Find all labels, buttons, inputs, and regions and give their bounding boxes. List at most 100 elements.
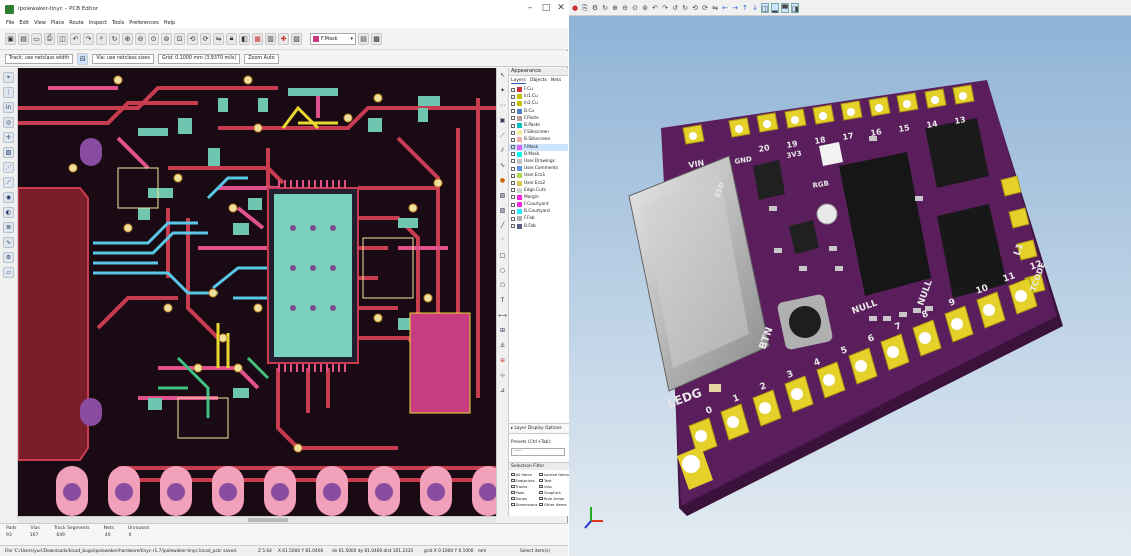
settings-icon[interactable]: ⚙ xyxy=(591,3,599,13)
rotate-y-cw-icon[interactable]: ↺ xyxy=(671,3,679,13)
ratsnest-icon[interactable]: ⋰ xyxy=(3,162,14,173)
layer-color-swatch[interactable] xyxy=(517,137,522,143)
layer-row[interactable]: User.Eco1 xyxy=(509,172,568,179)
layer-row[interactable]: F.Cu xyxy=(509,86,568,93)
layer-display-icon[interactable]: ▩ xyxy=(371,32,382,45)
microwave-icon[interactable]: ∿ xyxy=(3,237,14,248)
selection-filter-item[interactable]: Dimensions xyxy=(511,502,539,507)
filter-checkbox[interactable] xyxy=(511,484,515,489)
anchor-icon[interactable]: ⚓︎ xyxy=(498,342,507,351)
layer-visibility-checkbox[interactable] xyxy=(511,181,515,186)
layer-color-swatch[interactable] xyxy=(517,202,522,208)
layer-visibility-checkbox[interactable] xyxy=(511,216,515,221)
flip-icon[interactable]: ⇋ xyxy=(213,32,224,45)
layer-color-swatch[interactable] xyxy=(517,209,522,215)
layer-row[interactable]: B.Courtyard xyxy=(509,208,568,215)
via-mode-icon[interactable]: ◉ xyxy=(3,192,14,203)
filter-checkbox[interactable] xyxy=(539,502,543,507)
layer-visibility-checkbox[interactable] xyxy=(511,87,515,92)
menu-route[interactable]: Route xyxy=(69,20,84,26)
layer-color-swatch[interactable] xyxy=(517,144,522,150)
layer-visibility-checkbox[interactable] xyxy=(511,123,515,128)
menu-inspect[interactable]: Inspect xyxy=(89,20,107,26)
layer-visibility-checkbox[interactable] xyxy=(511,130,515,135)
horizontal-scrollbar[interactable] xyxy=(18,516,496,523)
layer-row[interactable]: B.Paste xyxy=(509,122,568,129)
layer-pair-icon[interactable]: ▧ xyxy=(291,32,302,45)
line-icon[interactable]: ╱ xyxy=(498,222,507,231)
route-diff-pair-icon[interactable]: ⫽ xyxy=(498,147,507,156)
layer-row[interactable]: In1.Cu xyxy=(509,93,568,100)
layer-visibility-checkbox[interactable] xyxy=(511,109,515,114)
layer-color-swatch[interactable] xyxy=(517,194,522,200)
footprint-icon[interactable]: ▣ xyxy=(498,117,507,126)
scripting-console-icon[interactable]: ▤ xyxy=(358,32,369,45)
menu-tools[interactable]: Tools xyxy=(112,20,124,26)
layer-visibility-checkbox[interactable] xyxy=(511,116,515,121)
layer-visibility-checkbox[interactable] xyxy=(511,195,515,200)
tab-layers[interactable]: Layers xyxy=(511,78,526,84)
highlight-net-icon[interactable]: ✦ xyxy=(498,87,507,96)
text-icon[interactable]: T xyxy=(498,297,507,306)
move-right-icon[interactable]: → xyxy=(731,3,739,13)
layer-visibility-checkbox[interactable] xyxy=(511,209,515,214)
via-icon[interactable]: ● xyxy=(498,177,507,186)
layer-color-swatch[interactable] xyxy=(517,180,522,186)
selection-filter-item[interactable]: Tracks xyxy=(511,484,539,489)
cursor-icon[interactable]: ✛ xyxy=(3,132,14,143)
grid-select[interactable]: Grid: 0.1000 mm (3.9370 mils) xyxy=(157,53,241,64)
layers-manager-icon[interactable]: ≣ xyxy=(3,222,14,233)
layer-color-swatch[interactable] xyxy=(517,115,522,121)
layer-row[interactable]: F.Paste xyxy=(509,115,568,122)
scrollbar-thumb[interactable] xyxy=(248,518,288,522)
presets-select[interactable]: ----- xyxy=(511,448,565,456)
plot-icon[interactable]: ◫ xyxy=(57,32,68,45)
filter-checkbox[interactable] xyxy=(539,490,543,495)
menu-place[interactable]: Place xyxy=(51,20,64,26)
pcb-canvas[interactable] xyxy=(18,68,496,516)
zoom-out-icon[interactable]: ⊖ xyxy=(135,32,146,45)
rotate-x-ccw-icon[interactable]: ↷ xyxy=(661,3,669,13)
netlist-icon[interactable]: ▦ xyxy=(252,32,263,45)
scripting-icon[interactable]: ⚙ xyxy=(3,252,14,263)
save-icon[interactable]: ▣ xyxy=(5,32,16,45)
layer-color-swatch[interactable] xyxy=(517,94,522,100)
polygon-icon[interactable]: ⬠ xyxy=(498,282,507,291)
reload-icon[interactable]: ↻ xyxy=(601,3,609,13)
tune-icon[interactable]: ∿ xyxy=(498,162,507,171)
route-track-icon[interactable]: ⟋ xyxy=(498,132,507,141)
3d-canvas[interactable]: LEDG BTN VIN GND 3V3 RGB ESD NULL NULL L… xyxy=(569,16,1131,556)
layer-color-swatch[interactable] xyxy=(517,123,522,129)
selection-filter-item[interactable]: Rule Areas xyxy=(539,496,569,501)
layer-color-swatch[interactable] xyxy=(517,158,522,164)
menu-view[interactable]: View xyxy=(34,20,46,26)
track-width-select[interactable]: Track: use netclass width xyxy=(5,53,74,64)
grid-origin-icon[interactable]: ⊹ xyxy=(498,372,507,381)
layer-visibility-checkbox[interactable] xyxy=(511,101,515,106)
selection-filter-item[interactable]: Footprints xyxy=(511,478,539,483)
layer-visibility-checkbox[interactable] xyxy=(511,202,515,207)
circle-icon[interactable]: ○ xyxy=(498,267,507,276)
move-down-icon[interactable]: ↓ xyxy=(751,3,759,13)
measure-icon[interactable]: ⊿ xyxy=(498,387,507,396)
rotate-z-cw-icon[interactable]: ⟲ xyxy=(691,3,699,13)
filter-checkbox[interactable] xyxy=(511,496,515,501)
layer-color-swatch[interactable] xyxy=(517,151,522,157)
polar-icon[interactable]: ◎ xyxy=(3,117,14,128)
layer-row[interactable]: Margin xyxy=(509,194,568,201)
layer-row[interactable]: B.Mask xyxy=(509,151,568,158)
selection-filter-item[interactable]: Locked items xyxy=(539,472,569,477)
layer-display-options[interactable]: ▸ Layer Display Options xyxy=(509,423,569,434)
search-icon[interactable]: ⌕ xyxy=(96,32,107,45)
print-icon[interactable]: ⎙ xyxy=(44,32,55,45)
selection-filter-item[interactable]: Text xyxy=(539,478,569,483)
layer-color-swatch[interactable] xyxy=(517,130,522,136)
unlock-icon[interactable]: ◧ xyxy=(239,32,250,45)
layer-row[interactable]: F.Fab xyxy=(509,215,568,222)
filter-checkbox[interactable] xyxy=(539,478,543,483)
layer-visibility-checkbox[interactable] xyxy=(511,188,515,193)
units-icon[interactable]: in xyxy=(3,102,14,113)
render-icon[interactable]: ● xyxy=(571,3,579,13)
menu-edit[interactable]: Edit xyxy=(19,20,29,26)
menu-help[interactable]: Help xyxy=(164,20,175,26)
